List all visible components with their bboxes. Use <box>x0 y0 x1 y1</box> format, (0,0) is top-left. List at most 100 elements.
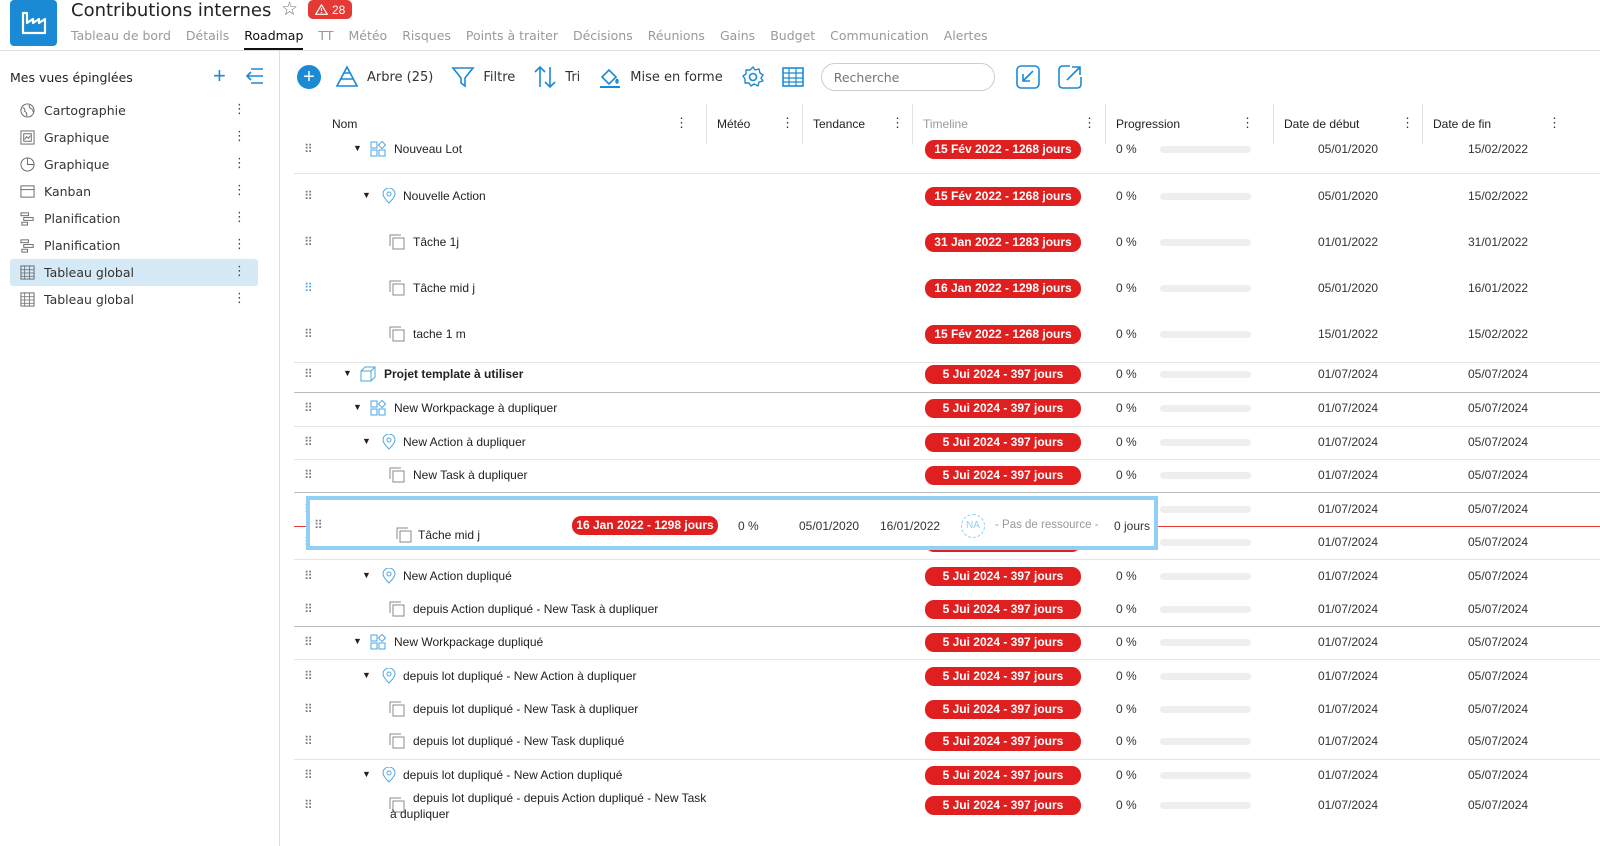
drag-handle-icon[interactable]: ⠿ <box>314 518 323 532</box>
kebab-icon[interactable]: ⋮ <box>675 116 688 129</box>
timeline-pill[interactable]: 5 Jui 2024 - 397 jours <box>925 600 1081 619</box>
row-name[interactable]: Tâche 1j <box>413 235 459 249</box>
start-date[interactable]: 01/07/2024 <box>1318 635 1378 649</box>
start-date[interactable]: 05/01/2020 <box>1318 189 1378 203</box>
end-date[interactable]: 16/01/2022 <box>1468 281 1528 295</box>
drag-handle-icon[interactable]: ⠿ <box>304 670 313 682</box>
timeline-pill[interactable]: 5 Jui 2024 - 397 jours <box>925 732 1081 751</box>
tab-alertes[interactable]: Alertes <box>944 28 988 50</box>
kebab-icon[interactable]: ⋮ <box>1083 116 1096 129</box>
start-date[interactable]: 01/07/2024 <box>1318 401 1378 415</box>
alert-badge[interactable]: 28 <box>308 0 353 19</box>
expand-toggle-icon[interactable]: ▼ <box>362 436 371 446</box>
timeline-pill[interactable]: 15 Fév 2022 - 1268 jours <box>925 325 1081 344</box>
kebab-icon[interactable]: ⋮ <box>1548 116 1561 129</box>
expand-toggle-icon[interactable]: ▼ <box>362 190 371 200</box>
end-date[interactable]: 05/07/2024 <box>1468 635 1528 649</box>
table-row[interactable]: ⠿ Tâche mid j 16 Jan 2022 - 1298 jours 0 % 0… <box>294 269 1600 299</box>
expand-toggle-icon[interactable]: ▼ <box>362 769 371 779</box>
end-date[interactable]: 05/07/2024 <box>1468 702 1528 716</box>
row-name[interactable]: Projet template à utiliser <box>384 367 523 381</box>
add-button[interactable]: + <box>297 65 321 89</box>
start-date[interactable]: 01/07/2024 <box>1318 702 1378 716</box>
end-date[interactable]: 05/07/2024 <box>1468 798 1528 812</box>
drag-handle-icon[interactable]: ⠿ <box>304 799 313 811</box>
row-name[interactable]: depuis lot dupliqué - New Action à dupli… <box>403 669 636 683</box>
start-date[interactable]: 05/01/2020 <box>1318 281 1378 295</box>
kebab-icon[interactable]: ⋮ <box>1401 116 1414 129</box>
table-row[interactable]: ⠿ depuis lot dupliqué - depuis Action dup… <box>294 786 1600 821</box>
end-date[interactable]: 05/07/2024 <box>1468 535 1528 549</box>
drag-handle-icon[interactable]: ⠿ <box>304 636 313 648</box>
row-name[interactable]: New Action à dupliquer <box>403 435 526 449</box>
drag-handle-icon[interactable]: ⠿ <box>304 190 313 202</box>
end-date[interactable]: 15/02/2022 <box>1468 142 1528 156</box>
import-icon[interactable] <box>1015 64 1041 90</box>
row-name[interactable]: Nouvelle Action <box>403 189 486 203</box>
start-date[interactable]: 15/01/2022 <box>1318 327 1378 341</box>
kebab-icon[interactable]: ⋮ <box>781 116 794 129</box>
filter-button[interactable]: Filtre <box>451 65 515 89</box>
kebab-icon[interactable]: ⋮ <box>233 292 246 306</box>
tree-button[interactable]: Arbre (25) <box>335 65 433 89</box>
expand-toggle-icon[interactable]: ▼ <box>353 143 362 153</box>
end-date[interactable]: 05/07/2024 <box>1468 669 1528 683</box>
timeline-pill[interactable]: 5 Jui 2024 - 397 jours <box>925 399 1081 418</box>
timeline-pill[interactable]: 5 Jui 2024 - 397 jours <box>925 567 1081 586</box>
row-name[interactable]: depuis lot dupliqué - New Action dupliqu… <box>403 768 622 782</box>
tab-roadmap[interactable]: Roadmap <box>244 28 304 50</box>
table-row[interactable]: ⠿ tache 1 m 15 Fév 2022 - 1268 jours 0 % 15/… <box>294 315 1600 345</box>
table-row[interactable]: ⠿ Tâche 1j 31 Jan 2022 - 1283 jours 0 % 01/0… <box>294 223 1600 253</box>
tab-budget[interactable]: Budget <box>770 28 815 50</box>
tab-d-tails[interactable]: Détails <box>186 28 229 50</box>
end-date[interactable]: 05/07/2024 <box>1468 367 1528 381</box>
tab-tableau-de-bord[interactable]: Tableau de bord <box>71 28 171 50</box>
table-row[interactable]: ⠿ depuis lot dupliqué - New Task à dupliq… <box>294 690 1600 720</box>
row-name[interactable]: New Action dupliqué <box>403 569 512 583</box>
kebab-icon[interactable]: ⋮ <box>233 157 246 171</box>
row-name[interactable]: depuis lot dupliqué - New Task à dupliqu… <box>413 702 638 716</box>
row-name[interactable]: Tâche mid j <box>413 281 475 295</box>
timeline-pill[interactable]: 5 Jui 2024 - 397 jours <box>925 433 1081 452</box>
start-date[interactable]: 01/01/2022 <box>1318 235 1378 249</box>
timeline-pill[interactable]: 5 Jui 2024 - 397 jours <box>925 667 1081 686</box>
drag-handle-icon[interactable]: ⠿ <box>304 143 313 155</box>
timeline-pill[interactable]: 5 Jui 2024 - 397 jours <box>925 766 1081 785</box>
timeline-pill[interactable]: 16 Jan 2022 - 1298 jours <box>925 279 1081 298</box>
table-row[interactable]: ⠿ ▼ New Action dupliqué 5 Jui 2024 - 397 jo… <box>294 557 1600 587</box>
expand-toggle-icon[interactable]: ▼ <box>343 368 352 378</box>
drag-handle-icon[interactable]: ⠿ <box>304 603 313 615</box>
tab-r-unions[interactable]: Réunions <box>648 28 705 50</box>
table-row[interactable]: ⠿ ▼ Nouvelle Action 15 Fév 2022 - 1268 jour… <box>294 177 1600 207</box>
sidebar-item-planification[interactable]: Planification ⋮ <box>10 205 258 232</box>
timeline-pill[interactable]: 5 Jui 2024 - 397 jours <box>925 365 1081 384</box>
end-date[interactable]: 31/01/2022 <box>1468 235 1528 249</box>
end-date[interactable]: 15/02/2022 <box>1468 327 1528 341</box>
kebab-icon[interactable]: ⋮ <box>233 184 246 198</box>
table-row[interactable]: ⠿ New Task à dupliquer 5 Jui 2024 - 397 jo… <box>294 456 1600 486</box>
timeline-pill[interactable]: 5 Jui 2024 - 397 jours <box>925 796 1081 815</box>
star-icon[interactable]: ☆ <box>281 0 298 20</box>
sidebar-item-graphique[interactable]: Graphique ⋮ <box>10 124 258 151</box>
start-date[interactable]: 01/07/2024 <box>1318 734 1378 748</box>
kebab-icon[interactable]: ⋮ <box>233 265 246 279</box>
timeline-pill[interactable]: 5 Jui 2024 - 397 jours <box>925 466 1081 485</box>
start-date[interactable]: 01/07/2024 <box>1318 569 1378 583</box>
table-row[interactable]: ⠿ ▼ depuis lot dupliqué - New Action dupli… <box>294 756 1600 786</box>
start-date[interactable]: 01/07/2024 <box>1318 669 1378 683</box>
collapse-sidebar-icon[interactable] <box>244 67 264 85</box>
start-date[interactable]: 01/07/2024 <box>1318 535 1378 549</box>
drag-handle-icon[interactable]: ⠿ <box>304 469 313 481</box>
sort-button[interactable]: Tri <box>533 65 580 89</box>
row-name[interactable]: New Workpackage à dupliquer <box>394 401 557 415</box>
kebab-icon[interactable]: ⋮ <box>233 130 246 144</box>
end-date[interactable]: 05/07/2024 <box>1468 401 1528 415</box>
table-row[interactable]: ⠿ ▼ depuis lot dupliqué - New Action à dup… <box>294 657 1600 687</box>
sidebar-item-graphique[interactable]: Graphique ⋮ <box>10 151 258 178</box>
expand-toggle-icon[interactable]: ▼ <box>362 670 371 680</box>
start-date[interactable]: 05/01/2020 <box>1318 142 1378 156</box>
end-date[interactable]: 05/07/2024 <box>1468 569 1528 583</box>
table-row[interactable]: ⠿ ▼ Nouveau Lot 15 Fév 2022 - 1268 jours 0 %… <box>294 130 1600 160</box>
tab-risques[interactable]: Risques <box>402 28 451 50</box>
row-name[interactable]: depuis lot dupliqué - New Task dupliqué <box>413 734 624 748</box>
